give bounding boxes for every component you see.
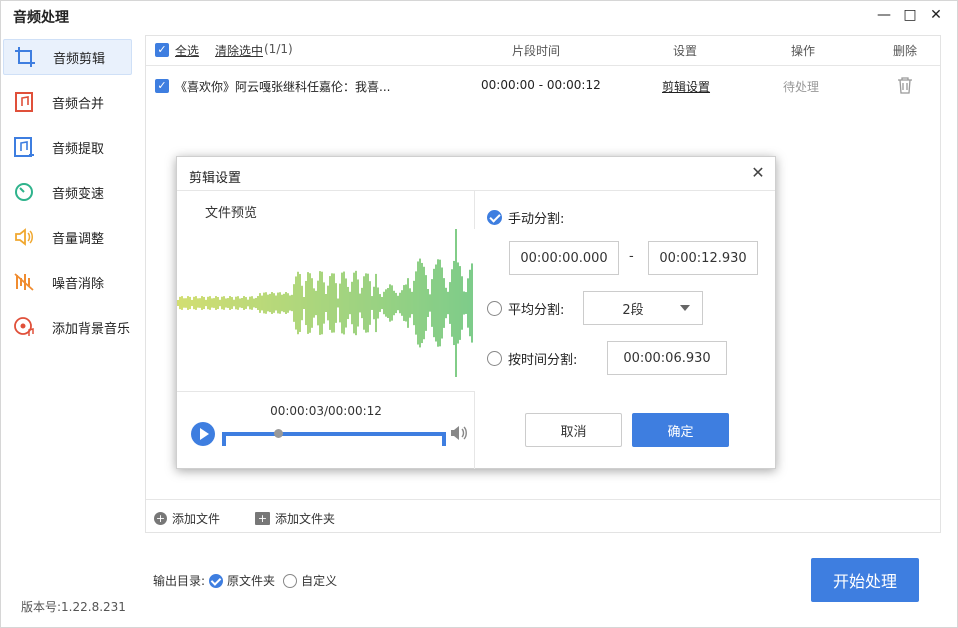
noise-icon (12, 270, 36, 294)
average-radio[interactable] (487, 301, 502, 316)
segment-time: 00:00:00 - 00:00:12 (481, 78, 601, 92)
player-controls: 00:00:03/00:00:12 (177, 391, 475, 469)
dialog-close-button[interactable]: ✕ (749, 164, 767, 182)
trim-range-track[interactable] (222, 432, 446, 446)
playback-time: 00:00:03/00:00:12 (270, 404, 382, 418)
app-window: 音频处理 — □ ✕ 音频剪辑 音频合并 音频提取 音频变速 音量调整 噪音消除 (0, 0, 958, 628)
minimize-button[interactable]: — (873, 5, 895, 25)
output-directory: 输出目录: 原文件夹 自定义 (153, 572, 337, 589)
radio-manual-split[interactable]: 手动分割: (487, 208, 564, 227)
row-checkbox[interactable]: ✓ (155, 79, 169, 93)
waveform (177, 229, 475, 391)
clear-selected-link[interactable]: 清除选中 (215, 42, 263, 59)
sidebar-item-audio-merge[interactable]: 音频合并 (3, 84, 132, 120)
trim-end-handle[interactable] (442, 432, 446, 446)
manual-end-input[interactable]: 00:00:12.930 (648, 241, 758, 275)
file-name: 《喜欢你》阿云嘎张继科任嘉伦：我喜... (175, 80, 391, 94)
average-label: 平均分割: (508, 303, 565, 318)
plus-circle-icon: + (154, 512, 167, 525)
range-dash: - (629, 249, 634, 264)
split-settings-panel: 手动分割: 00:00:00.000 - 00:00:12.930 平均分割: … (477, 191, 775, 469)
sidebar-item-label: 音频变速 (52, 186, 105, 202)
sidebar-item-label: 添加背景音乐 (52, 321, 131, 337)
preview-label: 文件预览 (205, 206, 258, 221)
cancel-button[interactable]: 取消 (525, 413, 622, 447)
sidebar-item-label: 音频剪辑 (53, 51, 106, 67)
title-bar: 音频处理 — □ ✕ (1, 1, 957, 31)
radio-original-folder[interactable] (209, 573, 224, 588)
radio-average-split[interactable]: 平均分割: (487, 299, 564, 318)
sidebar-item-audio-extract[interactable]: 音频提取 (3, 129, 132, 165)
column-header-delete: 删除 (893, 44, 918, 58)
sidebar: 音频剪辑 音频合并 音频提取 音频变速 音量调整 噪音消除 添加背景音乐 (1, 33, 137, 593)
sidebar-item-label: 音频合并 (52, 96, 105, 112)
column-header-action: 操作 (791, 44, 816, 58)
dialog-title: 剪辑设置 (189, 171, 242, 186)
sidebar-item-volume[interactable]: 音量调整 (3, 219, 132, 255)
play-icon[interactable] (191, 422, 215, 446)
sidebar-item-label: 噪音消除 (52, 276, 105, 292)
maximize-button[interactable]: □ (899, 5, 921, 25)
sidebar-item-audio-speed[interactable]: 音频变速 (3, 174, 132, 210)
segment-count-value: 2段 (622, 302, 644, 318)
status-label: 待处理 (783, 80, 820, 94)
original-folder-label[interactable]: 原文件夹 (227, 572, 275, 589)
sidebar-item-label: 音频提取 (52, 141, 105, 157)
time-split-label: 按时间分割: (508, 353, 578, 368)
window-title: 音频处理 (13, 10, 69, 26)
segment-count-select[interactable]: 2段 (583, 291, 703, 325)
start-processing-button[interactable]: 开始处理 (811, 558, 919, 602)
table-header: ✓ 全选 清除选中 (1/1) 片段时间 设置 操作 删除 (146, 36, 940, 66)
add-file-button[interactable]: + 添加文件 (154, 510, 220, 527)
selected-count: (1/1) (264, 42, 293, 56)
sidebar-item-audio-cut[interactable]: 音频剪辑 (3, 39, 132, 75)
speaker-icon[interactable] (449, 424, 469, 446)
file-preview-panel: 文件预览 00:00:03/00:00:12 (177, 191, 475, 469)
output-label: 输出目录: (153, 574, 206, 588)
playback-thumb[interactable] (274, 429, 283, 438)
time-split-input[interactable]: 00:00:06.930 (607, 341, 727, 375)
radio-time-split[interactable]: 按时间分割: (487, 349, 577, 368)
chevron-down-icon (680, 305, 690, 311)
merge-icon (12, 90, 36, 114)
manual-label: 手动分割: (508, 212, 565, 227)
speed-icon (12, 180, 36, 204)
select-all-link[interactable]: 全选 (175, 42, 199, 59)
list-footer: + 添加文件 + 添加文件夹 (146, 499, 940, 533)
custom-label[interactable]: 自定义 (301, 572, 337, 589)
column-header-settings: 设置 (673, 44, 698, 58)
sidebar-item-noise-removal[interactable]: 噪音消除 (3, 264, 132, 300)
manual-radio[interactable] (487, 210, 502, 225)
close-button[interactable]: ✕ (925, 5, 947, 25)
time-radio[interactable] (487, 351, 502, 366)
manual-start-input[interactable]: 00:00:00.000 (509, 241, 619, 275)
trash-icon[interactable] (897, 76, 913, 97)
music-disc-icon (12, 315, 36, 339)
cut-settings-link[interactable]: 剪辑设置 (662, 78, 710, 95)
crop-icon (13, 45, 37, 69)
sidebar-item-label: 音量调整 (52, 231, 105, 247)
add-folder-label: 添加文件夹 (275, 512, 336, 526)
music-file-icon (12, 135, 36, 159)
add-folder-button[interactable]: + 添加文件夹 (255, 510, 335, 527)
cut-settings-dialog: 剪辑设置 ✕ 文件预览 00:00:03/00:00:12 手动分割: 00:0… (176, 156, 776, 469)
volume-icon (12, 225, 36, 249)
trim-start-handle[interactable] (222, 432, 226, 446)
version-label: 版本号:1.22.8.231 (21, 600, 126, 614)
confirm-button[interactable]: 确定 (632, 413, 729, 447)
select-all-checkbox[interactable]: ✓ (155, 43, 169, 57)
sidebar-item-background-music[interactable]: 添加背景音乐 (3, 309, 132, 345)
column-header-segment-time: 片段时间 (512, 44, 561, 58)
radio-custom[interactable] (283, 573, 298, 588)
plus-folder-icon: + (255, 512, 270, 525)
table-row[interactable]: ✓ 《喜欢你》阿云嘎张继科任嘉伦：我喜... 00:00:00 - 00:00:… (146, 67, 940, 105)
add-file-label: 添加文件 (172, 512, 221, 526)
